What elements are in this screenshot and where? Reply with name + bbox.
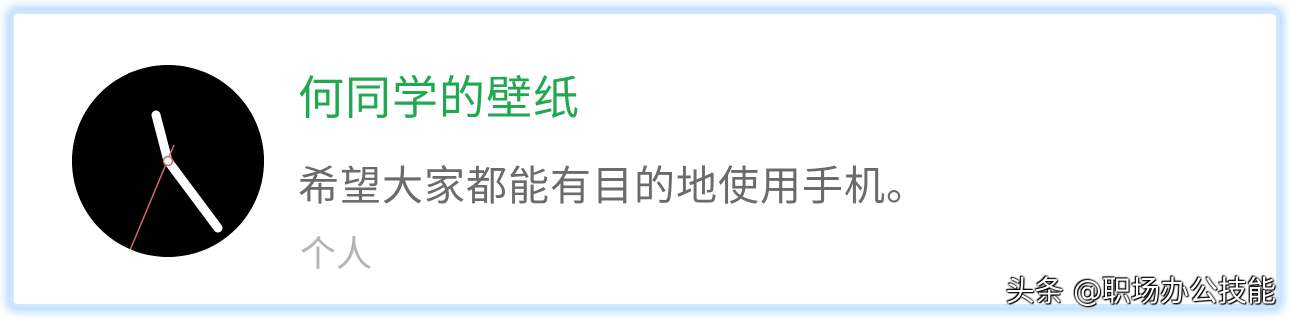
account-name[interactable]: 何同学的壁纸 [298, 68, 580, 128]
clock-center-dot [162, 155, 174, 167]
account-card[interactable]: 何同学的壁纸 希望大家都能有目的地使用手机。 个人 [22, 22, 1268, 296]
clock-face-icon [72, 65, 264, 257]
watermark: 头条 @职场办公技能 [1005, 274, 1276, 308]
account-description: 希望大家都能有目的地使用手机。 [298, 162, 928, 210]
avatar[interactable] [72, 65, 264, 257]
account-type: 个人 [300, 234, 373, 275]
